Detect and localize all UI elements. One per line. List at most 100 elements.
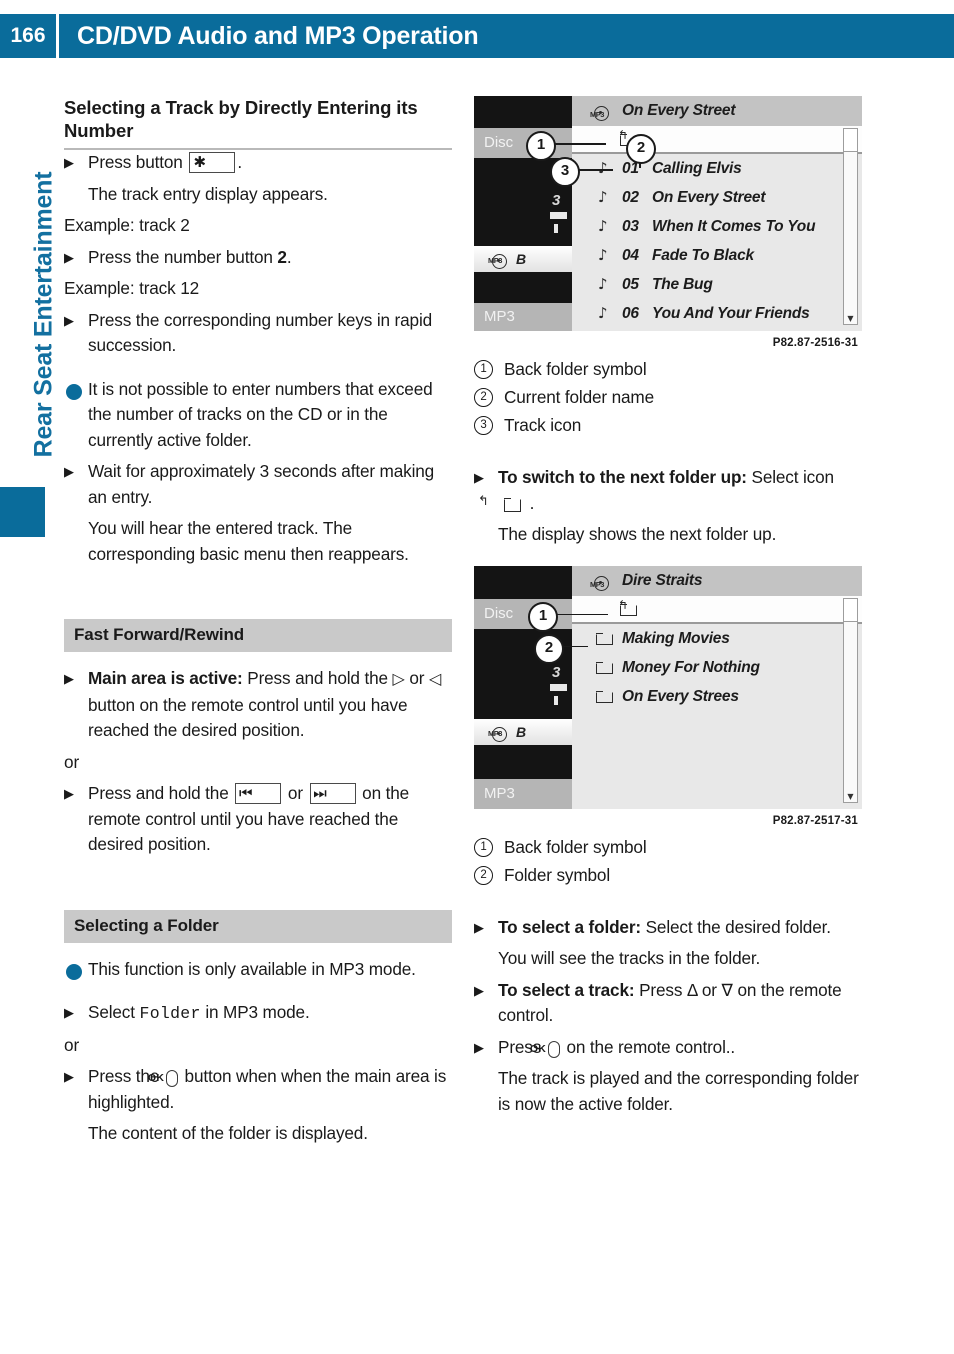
step-rapid-succession: ▶ Press the corresponding number keys in … (64, 309, 433, 356)
device-mp3-label: MP3 (474, 303, 572, 331)
table-row[interactable]: Money For Nothing (572, 653, 862, 682)
scrollbar-thumb[interactable] (844, 129, 857, 152)
list-item: 3 Track icon (474, 411, 864, 439)
list-scrollbar[interactable]: ▲ ▼ (843, 128, 858, 325)
legend-label: Back folder symbol (504, 359, 647, 379)
step-press-hold-skip: ▶ Press and hold the ⏮ or ⏭ on the remote… (64, 783, 410, 854)
table-row[interactable]: ♪ 05 The Bug (572, 270, 862, 299)
previous-track-key-button[interactable]: ⏮ (235, 783, 282, 804)
legend-label: Current folder name (504, 387, 654, 407)
table-row[interactable]: ♪ 01 Calling Elvis (572, 154, 862, 183)
table-row[interactable]: Making Movies (572, 624, 862, 653)
ok-button-icon[interactable]: OK (148, 1070, 178, 1087)
step-wait-3-seconds: ▶ Wait for approximately 3 seconds after … (64, 461, 435, 507)
figure-folder-list-legend: 1 Back folder symbol 2 Folder symbol (474, 833, 864, 889)
table-row[interactable]: ♪ 02 On Every Street (572, 183, 862, 212)
music-note-icon: ♪ (598, 217, 608, 235)
page-title: CD/DVD Audio and MP3 Operation (77, 21, 479, 50)
list-item: 2 Folder symbol (474, 861, 864, 889)
ok-button-icon[interactable]: OK (530, 1040, 560, 1058)
list-scrollbar[interactable]: ▲ ▼ (843, 597, 858, 803)
section-heading-track-entry: Selecting a Track by Directly Entering i… (64, 96, 452, 150)
back-folder-row[interactable]: ↰ (572, 595, 862, 624)
current-folder-name: MP3 On Every Street (572, 96, 862, 126)
note-track-number-limit: i It is not possible to enter numbers tha… (61, 378, 433, 450)
device-number: 3 (552, 192, 561, 209)
device-tick-mark (550, 212, 567, 219)
legend-marker: 3 (474, 416, 493, 435)
note-mp3-only: i This function is only available in MP3 … (61, 958, 416, 980)
table-row[interactable]: ♪ 04 Fade To Black (572, 241, 862, 270)
step-bullet-icon: ▶ (474, 982, 484, 998)
step-bullet-icon: ▶ (474, 1039, 484, 1055)
scrollbar-thumb[interactable] (844, 598, 857, 622)
info-icon: i (61, 963, 82, 980)
table-row[interactable]: ♪ 06 You And Your Friends (572, 299, 862, 328)
or-connector: or (64, 1034, 80, 1055)
callout-leader-line (552, 613, 608, 616)
callout-leader-line (550, 143, 606, 145)
chapter-side-label: Rear Seat Entertainment (29, 171, 58, 458)
star-key-button[interactable]: ✱ (189, 152, 236, 173)
figure-folder-list: Disc 3 MP3 B MP3 MP3 Dire Straits ↰ Maki… (474, 565, 862, 827)
device-tick-mark (554, 695, 558, 705)
step-switch-folder-up: ▶ To switch to the next folder up: Select… (474, 467, 834, 513)
device-tick-mark (550, 683, 567, 691)
step-bullet-icon: ▶ (64, 786, 74, 801)
table-row[interactable]: On Every Strees (572, 682, 862, 711)
device-highlighted-row: MP3 B (474, 718, 572, 745)
music-note-icon: ♪ (598, 188, 608, 206)
step-select-a-folder-result: You will see the tracks in the folder. (498, 948, 761, 968)
table-row[interactable]: ♪ 03 When It Comes To You (572, 212, 862, 241)
page-header: 166 CD/DVD Audio and MP3 Operation (0, 14, 954, 58)
scroll-down-arrow-icon[interactable]: ▼ (844, 315, 857, 323)
figure-caption: P82.87-2516-31 (772, 337, 858, 349)
device-screen-dark-lower (474, 272, 572, 303)
device-number: 3 (552, 663, 561, 681)
back-folder-icon[interactable]: ↰ (478, 495, 521, 512)
step-bullet-icon: ▶ (474, 470, 484, 485)
music-note-icon: ♪ (598, 246, 608, 264)
back-folder-row[interactable]: ↰ (572, 126, 862, 154)
step-select-folder: ▶ Select Folder in MP3 mode. (64, 1000, 452, 1027)
section-heading-fast-forward: Fast Forward/Rewind (64, 619, 452, 652)
step-press-ok-remote-result: The track is played and the correspondin… (498, 1068, 859, 1114)
device-photo-fragment: Disc 3 MP3 B MP3 (474, 565, 572, 809)
device-tick-mark (554, 224, 558, 233)
or-connector: or (64, 751, 80, 772)
device-photo-fragment: Disc 3 MP3 B MP3 (474, 96, 572, 331)
music-note-icon: ♪ (598, 275, 608, 293)
callout-marker-2: 2 (534, 633, 564, 664)
step-bullet-icon: ▶ (64, 671, 74, 686)
next-track-key-button[interactable]: ⏭ (309, 783, 356, 804)
example-track-12: Example: track 12 (64, 278, 200, 298)
current-folder-name: MP3 Dire Straits (572, 565, 862, 596)
folder-icon (596, 661, 614, 674)
scroll-down-arrow-icon[interactable]: ▼ (844, 792, 857, 801)
right-arrow-key-icon[interactable]: ▷ (393, 671, 405, 688)
legend-marker: 1 (474, 837, 493, 857)
folder-menu-item-label[interactable]: Folder (140, 1004, 201, 1023)
chapter-tab-marker (0, 487, 45, 537)
legend-label: Back folder symbol (504, 836, 647, 857)
step-bullet-icon: ▶ (64, 1005, 74, 1020)
back-folder-icon: ↰ (618, 599, 638, 616)
step-bullet-icon: ▶ (64, 155, 74, 170)
step-select-a-track: ▶ To select a track: Press Δ or ∇ on the … (474, 979, 842, 1026)
list-item: 1 Back folder symbol (474, 355, 864, 383)
legend-marker: 2 (474, 865, 493, 885)
callout-marker-3: 3 (550, 157, 580, 187)
music-note-icon: ♪ (598, 304, 608, 322)
figure-folder-list-image: Disc 3 MP3 B MP3 MP3 Dire Straits ↰ Maki… (474, 565, 862, 809)
mp3-disc-icon: MP3 (590, 102, 612, 121)
mp3-folder-list-panel: MP3 Dire Straits ↰ Making Movies Money F… (572, 565, 862, 809)
info-icon: i (61, 383, 82, 400)
step-wait-result: You will hear the entered track. The cor… (88, 518, 409, 564)
section-heading-selecting-folder: Selecting a Folder (64, 909, 452, 943)
step-bullet-icon: ▶ (64, 464, 74, 479)
mp3-disc-icon: MP3 (590, 572, 612, 591)
page-number: 166 (10, 24, 46, 47)
left-arrow-key-icon[interactable]: ◁ (429, 671, 441, 688)
mp3-track-rows[interactable]: ♪ 01 Calling Elvis ♪ 02 On Every Street ♪ … (572, 154, 862, 331)
mp3-folder-rows[interactable]: Making Movies Money For Nothing On Every… (572, 623, 862, 809)
